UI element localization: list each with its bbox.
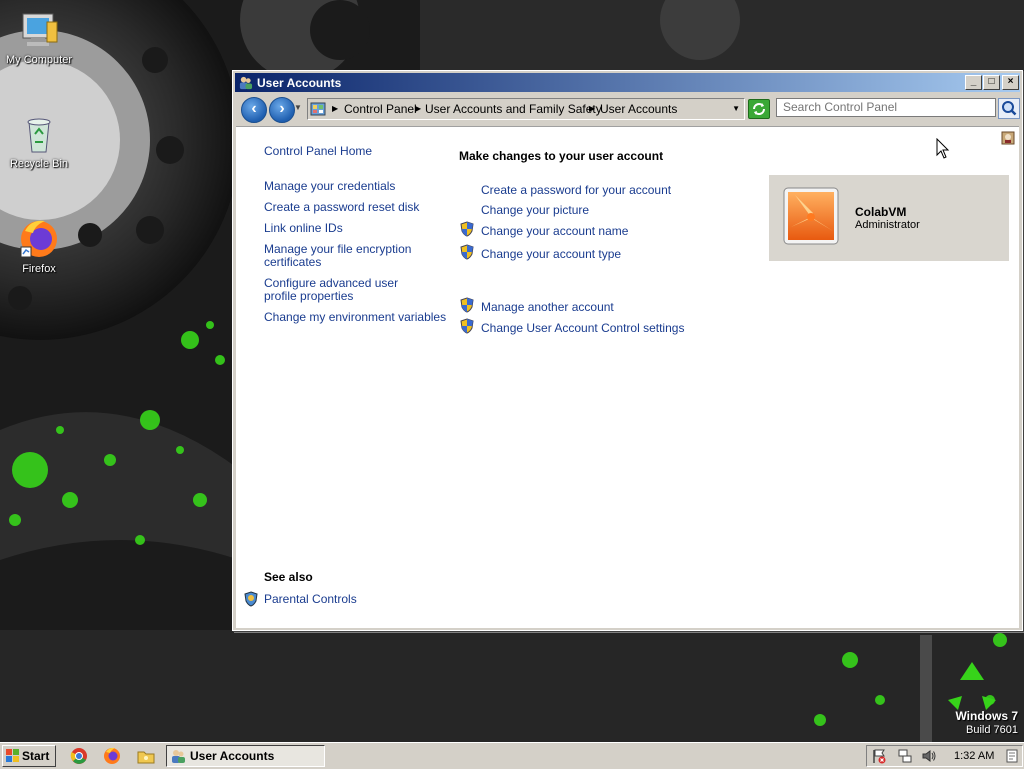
- search-button[interactable]: [998, 98, 1020, 119]
- taskbar: Start User Accounts 1:32 AM: [0, 742, 1024, 769]
- address-dropdown-icon[interactable]: ▼: [732, 104, 740, 113]
- uac-shield-icon: [460, 318, 474, 334]
- control-panel-icon: [310, 102, 326, 116]
- maximize-button[interactable]: □: [983, 75, 1000, 90]
- change-picture-link[interactable]: Change your picture: [481, 203, 589, 217]
- breadcrumb-control-panel[interactable]: Control Panel: [344, 102, 417, 116]
- create-password-reset-disk-link[interactable]: Create a password reset disk: [264, 201, 419, 214]
- breadcrumb-user-accounts[interactable]: User Accounts: [600, 102, 677, 116]
- uac-shield-icon: [460, 221, 474, 237]
- firefox-icon[interactable]: [103, 747, 121, 765]
- mouse-cursor-icon: [936, 138, 950, 159]
- account-name: ColabVM: [855, 205, 907, 219]
- user-accounts-icon: [172, 750, 185, 763]
- breadcrumb-user-accounts-family-safety[interactable]: User Accounts and Family Safety: [425, 102, 602, 116]
- network-icon[interactable]: [897, 748, 913, 764]
- minimize-button[interactable]: _: [965, 75, 982, 90]
- change-account-name-link[interactable]: Change your account name: [481, 224, 628, 238]
- volume-icon[interactable]: [921, 748, 937, 764]
- desktop-icon-label: My Computer: [5, 54, 73, 66]
- windows-logo-icon: [6, 749, 19, 762]
- system-tray: 1:32 AM: [866, 745, 1023, 767]
- title-bar[interactable]: User Accounts _ □ ×: [235, 73, 1020, 92]
- manage-another-account-link[interactable]: Manage another account: [481, 300, 614, 314]
- account-role: Administrator: [855, 219, 920, 231]
- watermark-build: Build 7601: [966, 724, 1018, 736]
- control-panel-home-link[interactable]: Control Panel Home: [264, 145, 372, 158]
- refresh-button[interactable]: [748, 99, 770, 119]
- help-icon[interactable]: [1001, 131, 1015, 145]
- search-icon: [1002, 101, 1017, 116]
- link-online-ids-link[interactable]: Link online IDs: [264, 222, 343, 235]
- desktop-icon-firefox[interactable]: Firefox: [1, 217, 77, 275]
- window-title: User Accounts: [257, 76, 342, 90]
- create-password-link[interactable]: Create a password for your account: [481, 183, 671, 197]
- start-label: Start: [22, 749, 50, 763]
- watermark-os: Windows 7: [955, 709, 1018, 723]
- change-environment-variables-link[interactable]: Change my environment variables: [264, 311, 446, 324]
- breadcrumb-separator[interactable]: ▶: [332, 104, 338, 113]
- desktop-icon-label: Recycle Bin: [9, 158, 69, 170]
- configure-advanced-profile-properties-link[interactable]: Configure advanced user profile properti…: [264, 277, 434, 303]
- manage-credentials-link[interactable]: Manage your credentials: [264, 180, 395, 193]
- address-bar: ‹ › ▼ ▶ Control Panel ▶ User Accounts an…: [235, 94, 1020, 124]
- parental-controls-link[interactable]: Parental Controls: [264, 593, 357, 606]
- desktop-icon-label: Firefox: [22, 263, 56, 275]
- close-button[interactable]: ×: [1002, 75, 1019, 90]
- chrome-icon[interactable]: [70, 747, 88, 765]
- uac-shield-icon: [460, 297, 474, 313]
- parental-controls-icon: [244, 591, 258, 607]
- breadcrumb-separator[interactable]: ▶: [589, 104, 595, 113]
- back-button[interactable]: ‹: [241, 97, 267, 123]
- desktop-icon-recycle-bin[interactable]: Recycle Bin: [1, 112, 77, 170]
- my-computer-icon: [22, 13, 58, 46]
- page-title: Make changes to your user account: [459, 149, 664, 163]
- account-picture[interactable]: [783, 187, 839, 245]
- action-center-flag-icon[interactable]: [871, 748, 887, 764]
- account-card: ColabVM Administrator: [769, 175, 1009, 261]
- breadcrumb[interactable]: ▶ Control Panel ▶ User Accounts and Fami…: [307, 98, 745, 120]
- search-input[interactable]: [776, 98, 996, 117]
- change-account-type-link[interactable]: Change your account type: [481, 247, 621, 261]
- content-pane: Control Panel Home Manage your credentia…: [236, 126, 1019, 628]
- user-accounts-icon: [239, 76, 253, 90]
- folder-icon[interactable]: [137, 747, 155, 765]
- start-button[interactable]: Start: [2, 745, 56, 767]
- windows-build-watermark: Windows 7 Build 7601: [955, 709, 1018, 737]
- user-accounts-window: User Accounts _ □ × ‹ › ▼ ▶ Control Pane…: [232, 70, 1023, 631]
- change-uac-settings-link[interactable]: Change User Account Control settings: [481, 321, 684, 335]
- refresh-icon: [753, 103, 765, 115]
- breadcrumb-separator[interactable]: ▶: [415, 104, 421, 113]
- desktop-icon-my-computer[interactable]: My Computer: [1, 8, 77, 66]
- manage-file-encryption-certificates-link[interactable]: Manage your file encryption certificates: [264, 243, 414, 269]
- show-desktop-icon[interactable]: [1004, 748, 1020, 764]
- clock[interactable]: 1:32 AM: [954, 750, 994, 762]
- forward-button[interactable]: ›: [269, 97, 295, 123]
- recycle-bin-icon: [27, 118, 51, 153]
- firefox-icon: [20, 220, 57, 258]
- uac-shield-icon: [460, 244, 474, 260]
- taskbar-button-user-accounts[interactable]: User Accounts: [166, 745, 325, 767]
- see-also-heading: See also: [264, 570, 313, 584]
- recent-pages-dropdown[interactable]: ▼: [294, 103, 302, 112]
- taskbar-button-label: User Accounts: [190, 749, 275, 763]
